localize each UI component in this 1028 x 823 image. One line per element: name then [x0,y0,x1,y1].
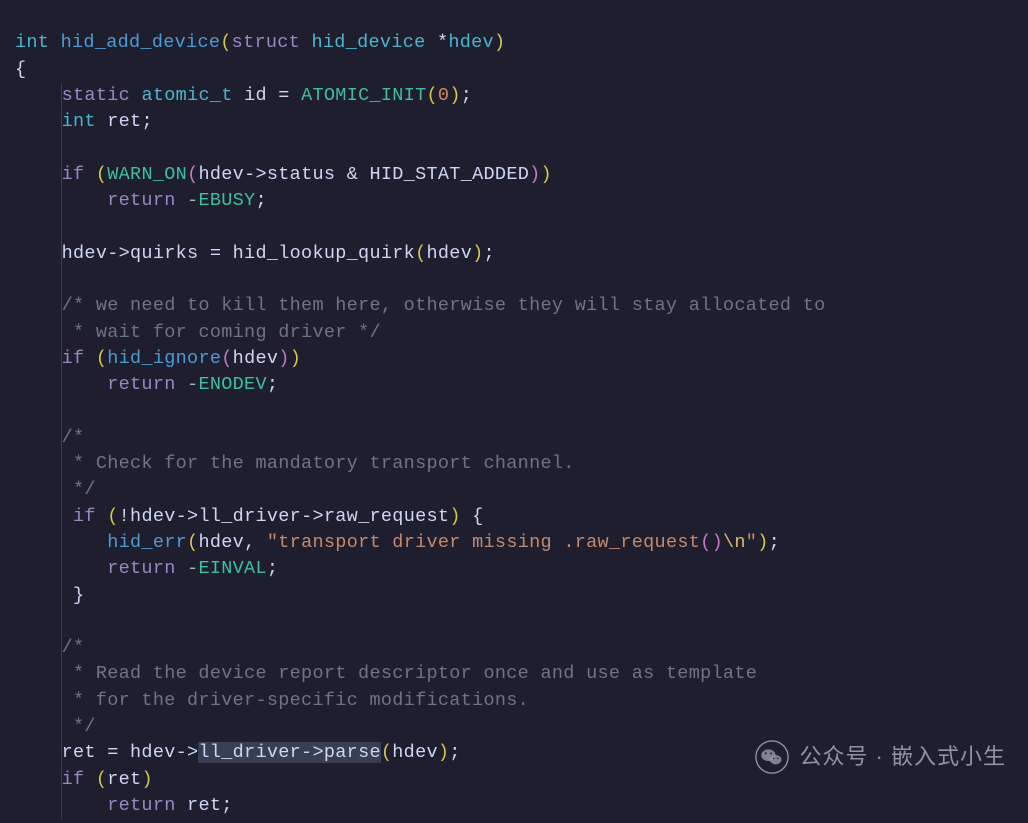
watermark-text: 公众号 · 嵌入式小生 [799,744,1006,770]
indent-guide [61,214,62,240]
string: "transport driver missing .raw_request [267,532,700,553]
identifier: id [244,85,267,106]
brace-open: { [15,59,26,80]
comment: * Check for the mandatory transport chan… [62,453,575,474]
identifier: ret [107,111,141,132]
identifier: ret [187,795,221,816]
highlighted-text: ll_driver->parse [198,742,380,763]
kw-if: if [62,164,85,185]
macro-enodev: ENODEV [198,374,266,395]
indent-guide [61,556,62,582]
indent-guide [61,398,62,424]
kw-int: int [62,111,96,132]
function-call: hid_ignore [107,348,221,369]
comment: */ [62,716,96,737]
indent-guide [61,583,62,609]
comment: /* [62,427,85,448]
brace-open: { [472,506,483,527]
macro-warn: WARN_ON [107,164,187,185]
keyword-struct: struct [232,32,300,53]
expr: hdev->ll_driver->raw_request [130,506,449,527]
ptr: * [437,32,448,53]
kw-return: return [107,190,175,211]
code-viewer: int hid_add_device(struct hid_device *hd… [0,0,1028,823]
kw-return: return [107,374,175,395]
arg: hdev [426,243,472,264]
brace-close: } [73,585,84,606]
function-call: hid_err [107,532,187,553]
op-neg: - [187,190,198,211]
indent-guide [61,793,62,819]
indent-guide [61,504,62,530]
kw-if: if [62,769,85,790]
wechat-icon [755,740,789,774]
type: hid_device [312,32,426,53]
arg: ret [107,769,141,790]
comment: * wait for coming driver */ [62,322,381,343]
arg: hdev [392,742,438,763]
indent-guide [61,188,62,214]
comment: /* we need to kill them here, otherwise … [62,295,826,316]
paren-close: ) [494,32,505,53]
macro: ATOMIC_INIT [301,85,426,106]
indent-guide [61,609,62,635]
arg: hdev [233,348,279,369]
op-neg: - [187,558,198,579]
kw-if: if [62,348,85,369]
macro-einval: EINVAL [198,558,266,579]
comment: * Read the device report descriptor once… [62,663,758,684]
expr: hdev->quirks = hid_lookup_quirk [62,243,415,264]
kw-return: return [107,795,175,816]
watermark: 公众号 · 嵌入式小生 [755,740,1006,774]
indent-guide [61,372,62,398]
op-eq: = [278,85,289,106]
function-name: hid_add_device [61,32,221,53]
kw-static: static [62,85,130,106]
comment: */ [62,479,96,500]
escape-sequence: \n [723,532,746,553]
paren-open: ( [220,32,231,53]
kw-if: if [73,506,96,527]
number: 0 [438,85,449,106]
keyword: int [15,32,49,53]
kw-return: return [107,558,175,579]
type-atomic: atomic_t [141,85,232,106]
macro-ebusy: EBUSY [198,190,255,211]
comment: /* [62,637,85,658]
arg: hdev [198,532,244,553]
indent-guide [61,135,62,161]
param: hdev [448,32,494,53]
expr: ret = hdev-> [62,742,199,763]
indent-guide [61,530,62,556]
op-not: ! [119,506,130,527]
expr: hdev->status & HID_STAT_ADDED [198,164,529,185]
op-neg: - [187,374,198,395]
indent-guide [61,267,62,293]
comment: * for the driver-specific modifications. [62,690,529,711]
